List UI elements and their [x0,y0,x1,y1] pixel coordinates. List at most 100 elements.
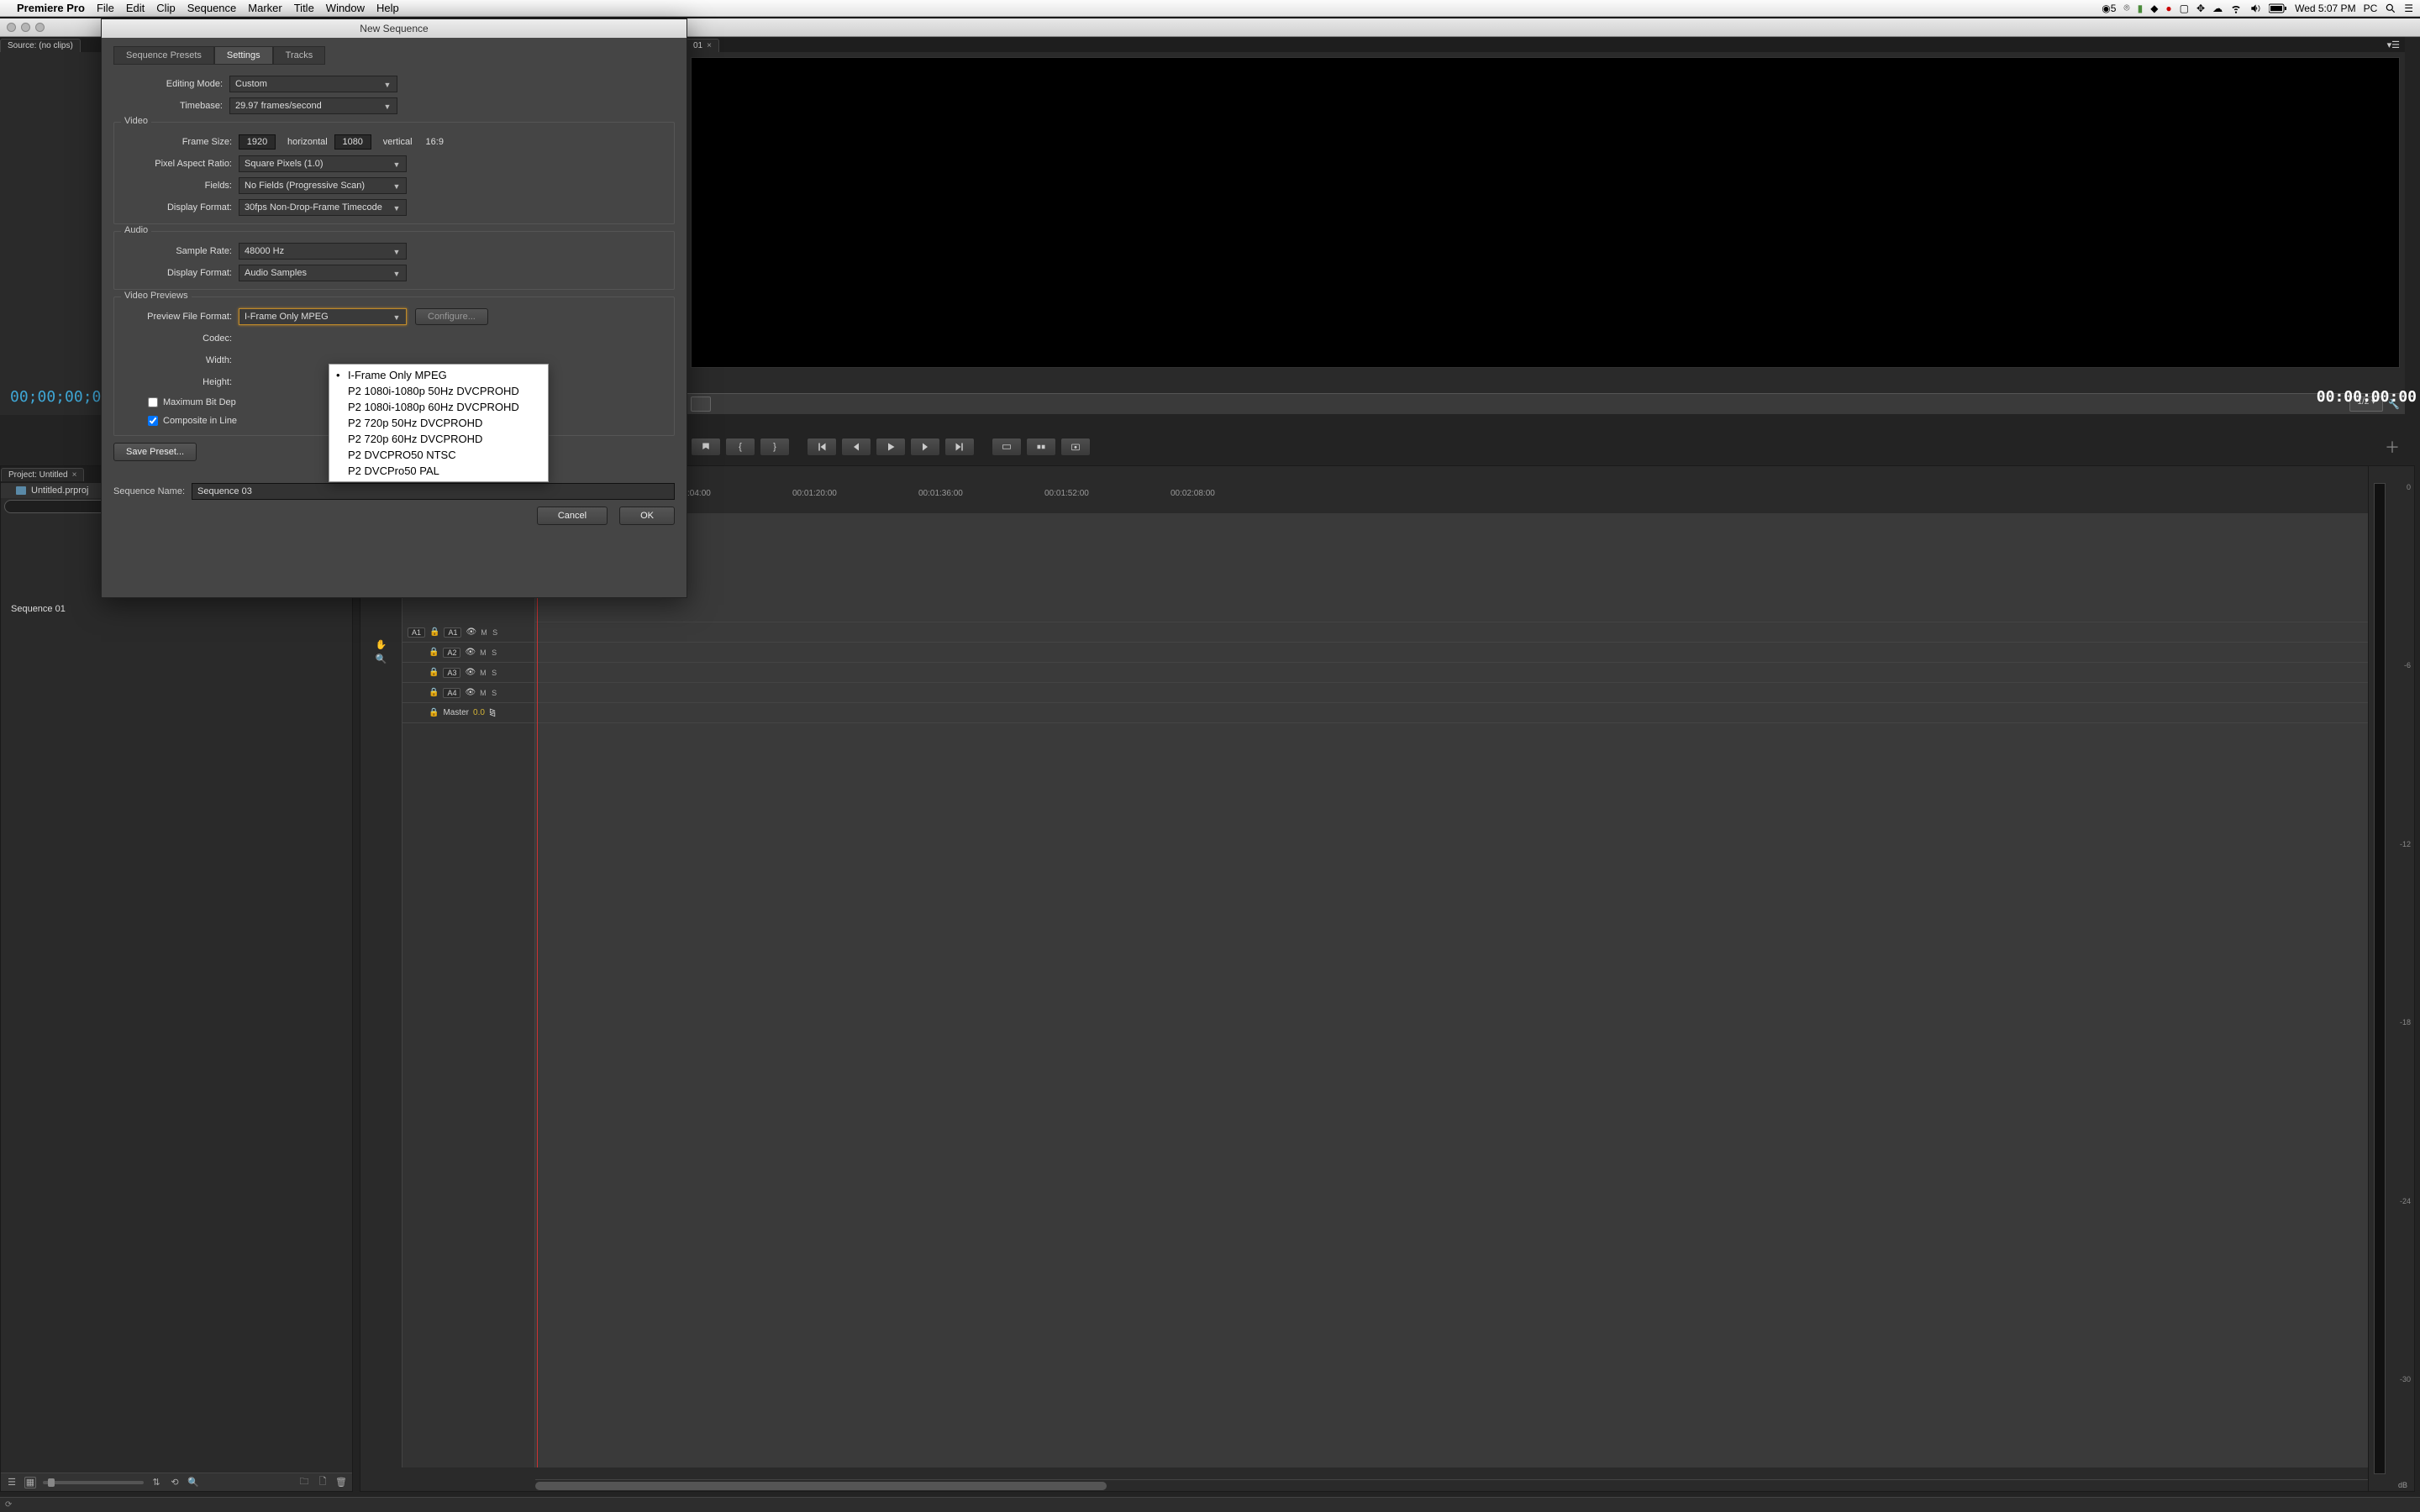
menu-title[interactable]: Title [294,2,314,14]
user-label[interactable]: PC [2364,3,2378,14]
extract-button[interactable] [1026,438,1056,456]
mark-in-button[interactable]: { [725,438,755,456]
menu-marker[interactable]: Marker [248,2,281,14]
timebase-dropdown[interactable]: 29.97 frames/second▼ [229,97,397,114]
new-item-icon[interactable]: 🗋 [317,1477,329,1488]
sample-rate-dropdown[interactable]: 48000 Hz▼ [239,243,407,260]
program-tab[interactable]: 01× [686,39,719,52]
track-header-a2[interactable]: 🔒 A2👁 M S [402,643,534,663]
thumbnail-size-slider[interactable] [43,1481,144,1484]
dropdown-option[interactable]: P2 1080i-1080p 60Hz DVCPROHD [329,399,548,415]
ok-button[interactable]: OK [619,507,675,525]
dropdown-option[interactable]: P2 720p 60Hz DVCPROHD [329,431,548,447]
fit-dropdown[interactable] [691,396,711,412]
wifi-icon[interactable] [2230,3,2242,14]
volume-icon[interactable] [2249,3,2261,14]
clear-icon[interactable]: 🗑 [335,1477,347,1488]
menu-file[interactable]: File [97,2,114,14]
sequence-name-input[interactable] [192,483,675,500]
eye-icon[interactable]: 👁 [465,648,476,657]
window-close-icon[interactable] [7,23,16,32]
video-display-format-dropdown[interactable]: 30fps Non-Drop-Frame Timecode▼ [239,199,407,216]
window-zoom-icon[interactable] [35,23,45,32]
clock[interactable]: Wed 5:07 PM [2295,3,2355,14]
frame-width-input[interactable] [239,134,276,150]
close-icon[interactable]: × [707,41,712,50]
tab-tracks[interactable]: Tracks [273,46,326,65]
fields-dropdown[interactable]: No Fields (Progressive Scan)▼ [239,177,407,194]
evernote-icon[interactable]: ▮ [2138,3,2144,14]
eye-icon[interactable]: 👁 [466,627,476,637]
auto-match-icon[interactable]: ⟲ [169,1477,181,1488]
sort-icon[interactable]: ⇅ [150,1477,162,1488]
track-header-master[interactable]: 🔒 Master 0.0 ⧎ [402,703,534,723]
program-video-area[interactable] [691,57,2400,368]
dropdown-option[interactable]: P2 1080i-1080p 50Hz DVCPROHD [329,383,548,399]
timeline-track-area[interactable] [535,513,2414,1467]
tab-settings[interactable]: Settings [214,46,273,65]
track-header-a4[interactable]: 🔒 A4👁 M S [402,683,534,703]
timeline-scrollbar[interactable] [535,1479,2402,1491]
button-editor-icon[interactable]: ＋ [2385,436,2400,458]
spotlight-icon[interactable] [2385,3,2396,14]
step-forward-button[interactable] [910,438,940,456]
editing-mode-dropdown[interactable]: Custom▼ [229,76,397,92]
go-to-out-button[interactable] [944,438,975,456]
track-header-a1[interactable]: A1 🔒 A1 👁 M S [402,622,534,643]
mark-out-button[interactable]: } [760,438,790,456]
find-icon[interactable]: 🔍 [187,1477,199,1488]
lock-icon[interactable]: 🔒 [429,668,439,677]
add-marker-button[interactable] [691,438,721,456]
track-header-a3[interactable]: 🔒 A3👁 M S [402,663,534,683]
step-back-button[interactable] [841,438,871,456]
cancel-button[interactable]: Cancel [537,507,608,525]
lock-icon[interactable]: 🔒 [429,648,439,657]
move-icon[interactable]: ✥ [2196,3,2205,14]
record-icon[interactable]: ● [2165,3,2171,14]
source-tab[interactable]: Source: (no clips) [0,39,81,52]
lock-icon[interactable]: 🔒 [429,688,439,697]
configure-button[interactable]: Configure... [415,308,488,325]
cc-cloud-icon[interactable]: ◉ 5 [2102,3,2116,14]
lock-icon[interactable]: 🔒 [429,627,439,637]
eye-icon[interactable]: 👁 [465,688,476,697]
airplay-icon[interactable]: ▢ [2180,3,2189,14]
frame-height-input[interactable] [334,134,371,150]
icon-view-icon[interactable]: ▦ [24,1477,36,1488]
app-name[interactable]: Premiere Pro [17,2,85,14]
menu-clip[interactable]: Clip [156,2,175,14]
preview-file-format-dropdown[interactable]: I-Frame Only MPEG▼ [239,308,407,325]
menu-sequence[interactable]: Sequence [187,2,237,14]
lift-button[interactable] [992,438,1022,456]
eye-icon[interactable]: 👁 [465,668,476,677]
dropdown-option[interactable]: P2 720p 50Hz DVCPROHD [329,415,548,431]
par-dropdown[interactable]: Square Pixels (1.0)▼ [239,155,407,172]
dropdown-option[interactable]: I-Frame Only MPEG [329,367,548,383]
menu-window[interactable]: Window [326,2,365,14]
lock-icon[interactable]: 🔒 [429,708,439,717]
save-preset-button[interactable]: Save Preset... [113,443,197,461]
project-item-label[interactable]: Sequence 01 [1,599,352,619]
audio-display-format-dropdown[interactable]: Audio Samples▼ [239,265,407,281]
compass-icon[interactable]: ⌾ [2123,2,2129,14]
dropdown-option[interactable]: P2 DVCPro50 PAL [329,463,548,479]
new-bin-icon[interactable]: 🗀 [298,1477,310,1488]
tab-sequence-presets[interactable]: Sequence Presets [113,46,214,65]
collapse-icon[interactable]: ⧎ [489,708,496,717]
cloud-icon[interactable]: ☁︎ [2212,3,2223,14]
list-view-icon[interactable]: ☰ [6,1477,18,1488]
play-button[interactable] [876,438,906,456]
project-tab[interactable]: Project: Untitled× [1,468,84,481]
window-minimize-icon[interactable] [21,23,30,32]
menu-help[interactable]: Help [376,2,399,14]
battery-icon[interactable] [2269,3,2287,13]
export-frame-button[interactable] [1060,438,1091,456]
dot-icon[interactable]: ◆ [2150,3,2158,14]
go-to-in-button[interactable] [807,438,837,456]
dropdown-option[interactable]: P2 DVCPRO50 NTSC [329,447,548,463]
panel-menu-icon[interactable]: ▾☰ [2382,38,2405,52]
playhead[interactable] [537,513,538,1467]
notification-center-icon[interactable]: ☰ [2404,3,2413,14]
menu-edit[interactable]: Edit [126,2,145,14]
zoom-tool-icon[interactable]: 🔍 [376,654,387,664]
